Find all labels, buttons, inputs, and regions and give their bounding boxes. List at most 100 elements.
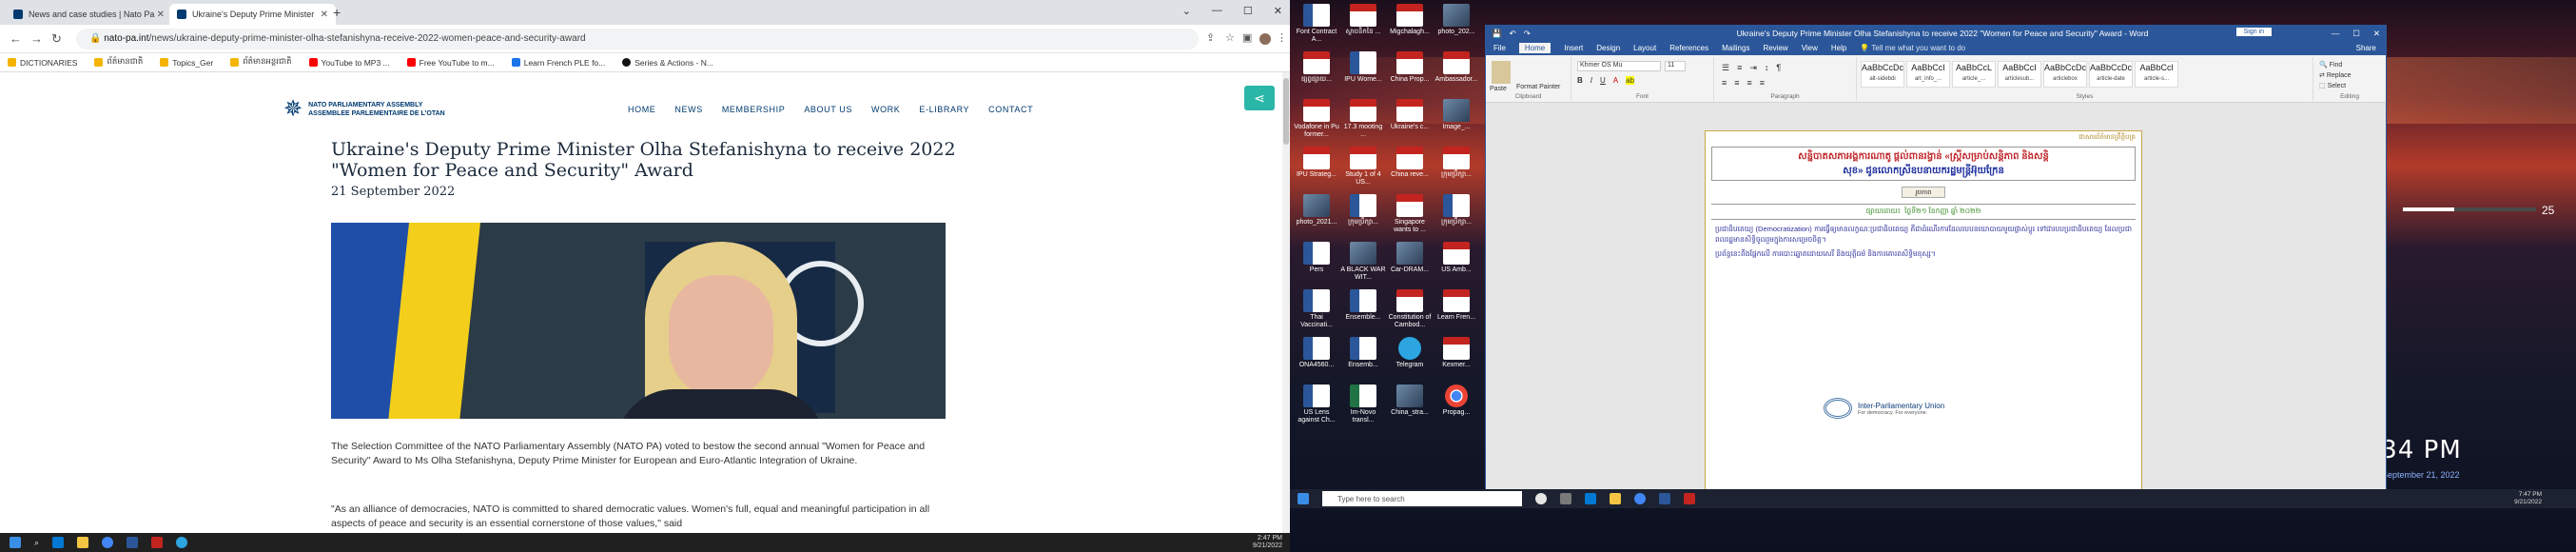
bookmark-item[interactable]: Series & Actions - N... — [622, 58, 713, 68]
explorer-icon[interactable] — [1610, 493, 1621, 504]
nav-membership[interactable]: MEMBERSHIP — [722, 105, 786, 114]
telegram-icon[interactable] — [176, 537, 188, 548]
desktop-icon[interactable]: photo_2021... — [1294, 194, 1339, 227]
indent-icon[interactable]: ⇥ — [1749, 63, 1757, 73]
chevron-down-icon[interactable]: ⌄ — [1182, 5, 1191, 17]
italic-button[interactable]: I — [1590, 76, 1592, 85]
bookmark-item[interactable]: YouTube to MP3 ... — [308, 58, 390, 68]
bookmark-item[interactable]: Learn French PLE fo... — [511, 58, 605, 68]
site-logo[interactable]: ✵ NATO PARLIAMENTARY ASSEMBLY ASSEMBLEE P… — [283, 95, 445, 123]
close-icon[interactable]: ✕ — [157, 10, 165, 20]
edge-icon[interactable] — [52, 537, 65, 548]
desktop-icon[interactable]: photo_202... — [1434, 4, 1479, 36]
desktop-icon[interactable]: ស្ថាបនិកនៃ ... — [1340, 4, 1386, 36]
undo-icon[interactable]: ↶ — [1510, 29, 1516, 39]
new-tab-icon[interactable]: + — [333, 5, 341, 20]
find-button[interactable]: 🔍 Find — [2319, 60, 2352, 70]
desktop-icon[interactable]: A BLACK WAR WIT... — [1340, 242, 1386, 282]
close-window-icon[interactable]: ✕ — [1274, 5, 1282, 17]
chrome-icon[interactable] — [102, 537, 114, 548]
nav-contact[interactable]: CONTACT — [988, 105, 1033, 114]
nav-home[interactable]: HOME — [628, 105, 655, 114]
desktop-icon[interactable]: Ukraine's c... — [1387, 99, 1433, 131]
desktop-icon[interactable]: China reve... — [1387, 147, 1433, 179]
desktop-icon[interactable]: Ensemb... — [1340, 337, 1386, 369]
desktop-icon[interactable]: Constitution of Cambod... — [1387, 289, 1433, 329]
desktop-icon[interactable]: Pers — [1294, 242, 1339, 274]
tell-me-input[interactable]: 💡 Tell me what you want to do — [1860, 44, 1965, 52]
desktop-icon[interactable]: Singapore wants to ... — [1387, 194, 1433, 234]
format-painter-button[interactable]: Format Painter — [1516, 84, 1560, 90]
pdf-icon[interactable] — [1684, 493, 1695, 504]
word-icon[interactable] — [1659, 493, 1670, 504]
bullets-icon[interactable]: ☰ — [1722, 63, 1729, 73]
nav-work[interactable]: WORK — [871, 105, 900, 114]
pilcrow-icon[interactable]: ¶ — [1776, 63, 1781, 73]
paste-icon[interactable] — [1492, 61, 1511, 84]
close-icon[interactable]: ✕ — [2373, 29, 2380, 39]
style-item[interactable]: AaBbCcDc alt-sidebdi — [1861, 61, 1904, 88]
desktop-icon[interactable]: Image_... — [1434, 99, 1479, 131]
sort-icon[interactable]: ↕ — [1765, 63, 1769, 73]
tab-references[interactable]: References — [1669, 44, 1708, 52]
nav-elibrary[interactable]: E-LIBRARY — [919, 105, 969, 114]
maximize-icon[interactable]: ☐ — [2352, 29, 2360, 39]
desktop-icon[interactable]: China Prop... — [1387, 51, 1433, 84]
task-view-icon[interactable] — [1560, 493, 1571, 504]
tab-insert[interactable]: Insert — [1564, 44, 1583, 52]
desktop-icon[interactable]: Migchalagh... — [1387, 4, 1433, 36]
desktop-icon[interactable]: ផ្សព្វផ្សាយ... — [1294, 51, 1339, 84]
bold-button[interactable]: B — [1577, 76, 1583, 85]
tab-home[interactable]: Home — [1518, 43, 1551, 53]
paste-button[interactable]: Paste — [1490, 86, 1507, 92]
tab-review[interactable]: Review — [1763, 44, 1787, 52]
bookmark-item[interactable]: Free YouTube to m... — [406, 58, 495, 68]
desktop-icon[interactable]: ONA4560... — [1294, 337, 1339, 369]
select-button[interactable]: ⬚ Select — [2319, 81, 2352, 91]
menu-icon[interactable]: ⋮ — [1277, 31, 1287, 44]
windows-start-icon[interactable] — [10, 537, 21, 548]
tab-design[interactable]: Design — [1596, 44, 1620, 52]
nav-about[interactable]: ABOUT US — [804, 105, 852, 114]
pdf-icon[interactable] — [151, 537, 164, 548]
nav-news[interactable]: NEWS — [674, 105, 702, 114]
media-progress[interactable] — [2403, 207, 2536, 211]
scrollbar[interactable] — [1282, 72, 1290, 533]
minimize-icon[interactable]: — — [1212, 5, 1222, 17]
desktop-icon[interactable]: IPU Wome... — [1340, 51, 1386, 84]
maximize-icon[interactable]: ☐ — [1243, 5, 1253, 17]
tab-file[interactable]: File — [1493, 44, 1506, 52]
tab-view[interactable]: View — [1802, 44, 1818, 52]
style-item[interactable]: AaBbCcl article-s... — [2135, 61, 2178, 88]
desktop-icon[interactable]: US Lens against Ch... — [1294, 384, 1339, 424]
desktop-icon[interactable]: IPU Strateg... — [1294, 147, 1339, 179]
style-item[interactable]: AaBbCcI art_info_... — [1906, 61, 1950, 88]
style-item[interactable]: AaBbCcDc articlebox — [2043, 61, 2087, 88]
desktop-icon[interactable]: Ambassador... — [1434, 51, 1479, 84]
font-size-select[interactable]: 11 — [1665, 61, 1686, 71]
style-item[interactable]: AaBbCcDc article-date — [2089, 61, 2133, 88]
desktop-icon[interactable]: Thai Vaccinati... — [1294, 289, 1339, 329]
reload-icon[interactable]: ↻ — [51, 31, 62, 47]
desktop-icon[interactable]: Telegram — [1387, 337, 1433, 369]
font-name-select[interactable]: Khmer OS Mu — [1577, 61, 1661, 71]
avatar[interactable] — [1259, 33, 1271, 45]
sign-in-button[interactable]: Sign in — [2235, 28, 2272, 36]
align-right-icon[interactable]: ≡ — [1747, 78, 1752, 88]
style-item[interactable]: AaBbCcI articlesub... — [1998, 61, 2041, 88]
tab-mailings[interactable]: Mailings — [1722, 44, 1749, 52]
desktop-icon[interactable]: US Amb... — [1434, 242, 1479, 274]
bookmark-star-icon[interactable]: ☆ — [1225, 31, 1235, 44]
bookmark-item[interactable]: ព័ត៌មានជាតិ — [94, 56, 143, 69]
redo-icon[interactable]: ↷ — [1524, 29, 1531, 39]
desktop-icon[interactable]: Learn Fren... — [1434, 289, 1479, 322]
underline-button[interactable]: U — [1600, 76, 1606, 85]
replace-button[interactable]: ⇄ Replace — [2319, 70, 2352, 81]
minimize-icon[interactable]: — — [2332, 29, 2340, 39]
font-color-icon[interactable]: A — [1613, 76, 1618, 85]
image-placeholder-button[interactable]: រូបភាព — [1902, 187, 1945, 198]
numbering-icon[interactable]: ≡ — [1737, 63, 1742, 73]
desktop-icon[interactable]: Vodafone in Pu former... — [1294, 99, 1339, 139]
document-page[interactable]: ជាសារព័ត៌មាន​ព្រឹត្តិបត្រ សន្និបាតសភាអង្… — [1705, 130, 2142, 492]
search-icon[interactable]: ⌕ — [34, 538, 39, 548]
